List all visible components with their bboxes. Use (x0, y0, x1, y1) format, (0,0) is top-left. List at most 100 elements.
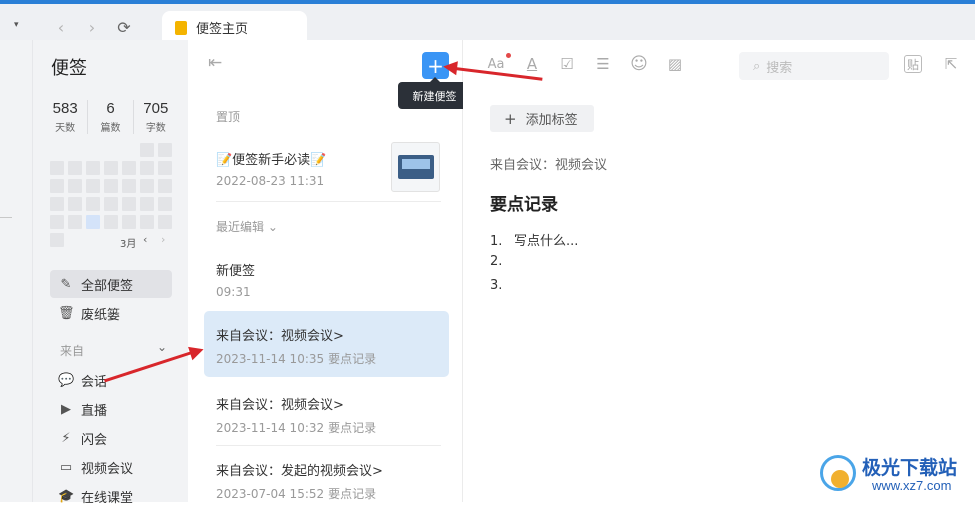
collapse-sidebar-icon[interactable]: ⇤ (208, 53, 222, 73)
calendar-day[interactable] (86, 161, 100, 175)
menu-label: 直播 (81, 403, 108, 419)
calendar-day[interactable] (158, 215, 172, 229)
calendar-day[interactable] (158, 161, 172, 175)
list-item[interactable]: 3. (490, 278, 514, 293)
forward-icon[interactable]: › (81, 16, 103, 38)
calendar-day[interactable] (140, 197, 154, 211)
sidebar: 便签 583 天数 6 篇数 705 字数 3月 ‹ › ✎ 全部便签 🗑 废纸篓 来自 … (33, 40, 188, 506)
calendar-day[interactable] (158, 179, 172, 193)
menu-label: 会话 (81, 374, 108, 390)
divider-icon[interactable]: ☰ (592, 53, 614, 75)
edit-note-icon: ✎ (60, 276, 72, 292)
list-divider (216, 445, 441, 446)
note-time: 2023-11-14 10:35 (216, 352, 325, 366)
calendar-day[interactable] (104, 161, 118, 175)
stat-label: 天数 (55, 123, 76, 134)
calendar-day[interactable] (50, 233, 64, 247)
calendar-day[interactable] (122, 161, 136, 175)
tab-label: 便签主页 (196, 22, 249, 37)
stat-value: 705 (143, 100, 169, 117)
calendar-day[interactable] (50, 215, 64, 229)
calendar-day[interactable] (50, 197, 64, 211)
calendar-day[interactable] (50, 161, 64, 175)
checkbox-icon[interactable]: ☑ (556, 53, 578, 75)
watermark-logo (820, 455, 856, 491)
class-icon: 🎓 (58, 488, 75, 504)
new-note-tooltip: 新建便签 (398, 77, 471, 109)
source-flash-meeting[interactable]: ⚡ 闪会 (50, 424, 172, 452)
search-icon: ⌕ (753, 58, 761, 74)
calendar-day[interactable] (140, 179, 154, 193)
calendar-day[interactable] (122, 179, 136, 193)
stat-label: 字数 (145, 123, 166, 134)
note-tag: 要点记录 (328, 421, 377, 435)
tab-strip: ▾ ‹ › ⟳ 便签主页 (0, 4, 975, 44)
calendar-day[interactable] (140, 143, 154, 157)
list-number: 3. (490, 278, 503, 293)
calendar-day[interactable] (140, 161, 154, 175)
calendar-next-icon[interactable]: › (161, 233, 165, 246)
calendar-day[interactable] (86, 179, 100, 193)
search-input[interactable]: ⌕ 搜索 (739, 52, 889, 80)
add-tag-button[interactable]: + 添加标签 (490, 105, 594, 132)
calendar-day[interactable] (68, 161, 82, 175)
calendar-day[interactable] (86, 197, 100, 211)
calendar-day[interactable] (68, 197, 82, 211)
text-color-icon[interactable]: A (521, 53, 543, 75)
note-time: 2023-07-04 15:52 (216, 487, 325, 501)
image-icon[interactable]: ▨ (664, 53, 686, 75)
calendar-day[interactable] (140, 215, 154, 229)
menu-all-notes[interactable]: ✎ 全部便签 (50, 270, 172, 298)
calendar-day[interactable] (86, 215, 100, 229)
stats: 583 天数 6 篇数 705 字数 (43, 100, 178, 134)
calendar-day[interactable] (158, 143, 172, 157)
recent-edit-label[interactable]: 最近编辑 ⌄ (216, 218, 278, 235)
source-video-meeting[interactable]: ▭ 视频会议 (50, 453, 172, 481)
refresh-icon[interactable]: ⟳ (113, 16, 135, 38)
calendar-day[interactable] (122, 197, 136, 211)
chevron-down-icon[interactable]: ⌄ (157, 340, 167, 354)
calendar-day[interactable] (158, 197, 172, 211)
paste-icon[interactable]: 贴 (904, 55, 922, 73)
back-icon[interactable]: ‹ (50, 16, 72, 38)
calendar-day[interactable] (104, 197, 118, 211)
list-item[interactable]: 新便签 09:31 (204, 260, 449, 299)
note-title: 来自会议：发起的视频会议> (216, 464, 383, 479)
stat-value: 583 (52, 100, 78, 117)
activity-calendar (50, 143, 172, 249)
list-number: 1. (490, 234, 503, 249)
thumbnail-window (402, 159, 430, 169)
rail-divider (0, 217, 12, 218)
note-title: 新便签 (216, 264, 256, 279)
emoji-icon[interactable]: ☺ (628, 53, 650, 75)
calendar-prev-icon[interactable]: ‹ (143, 233, 147, 246)
calendar-day[interactable] (104, 215, 118, 229)
note-thumbnail (391, 142, 440, 192)
plus-icon: + (504, 109, 517, 128)
calendar-day[interactable] (68, 215, 82, 229)
share-icon[interactable]: ⇱ (940, 53, 962, 75)
list-item-selected[interactable]: 来自会议：视频会议> 2023-11-14 10:35 要点记录 (204, 311, 449, 377)
calendar-day[interactable] (68, 179, 82, 193)
menu-label: 废纸篓 (81, 307, 121, 323)
tab-list-dropdown-icon[interactable]: ▾ (14, 20, 19, 30)
chat-icon: 💬 (58, 372, 75, 388)
list-item[interactable]: 来自会议：发起的视频会议> 2023-07-04 15:52 要点记录 (204, 460, 449, 502)
calendar-day[interactable] (122, 215, 136, 229)
watermark-title: 极光下载站 (862, 457, 958, 479)
calendar-day[interactable] (104, 179, 118, 193)
note-heading[interactable]: 要点记录 (490, 190, 558, 215)
list-number: 2. (490, 254, 503, 269)
menu-label: 全部便签 (81, 278, 134, 294)
source-online-class[interactable]: 🎓 在线课堂 (50, 482, 172, 510)
stat-label: 篇数 (100, 123, 121, 134)
note-tag: 要点记录 (328, 352, 377, 366)
menu-trash[interactable]: 🗑 废纸篓 (50, 299, 172, 327)
source-live[interactable]: ▶ 直播 (50, 395, 172, 423)
note-tag: 要点记录 (328, 487, 377, 501)
watermark-url: www.xz7.com (872, 478, 952, 493)
list-item[interactable]: 1. 写点什么... (490, 230, 578, 249)
calendar-day[interactable] (50, 179, 64, 193)
list-item[interactable]: 2. (490, 254, 514, 269)
list-item[interactable]: 来自会议：视频会议> 2023-11-14 10:32 要点记录 (204, 394, 449, 436)
